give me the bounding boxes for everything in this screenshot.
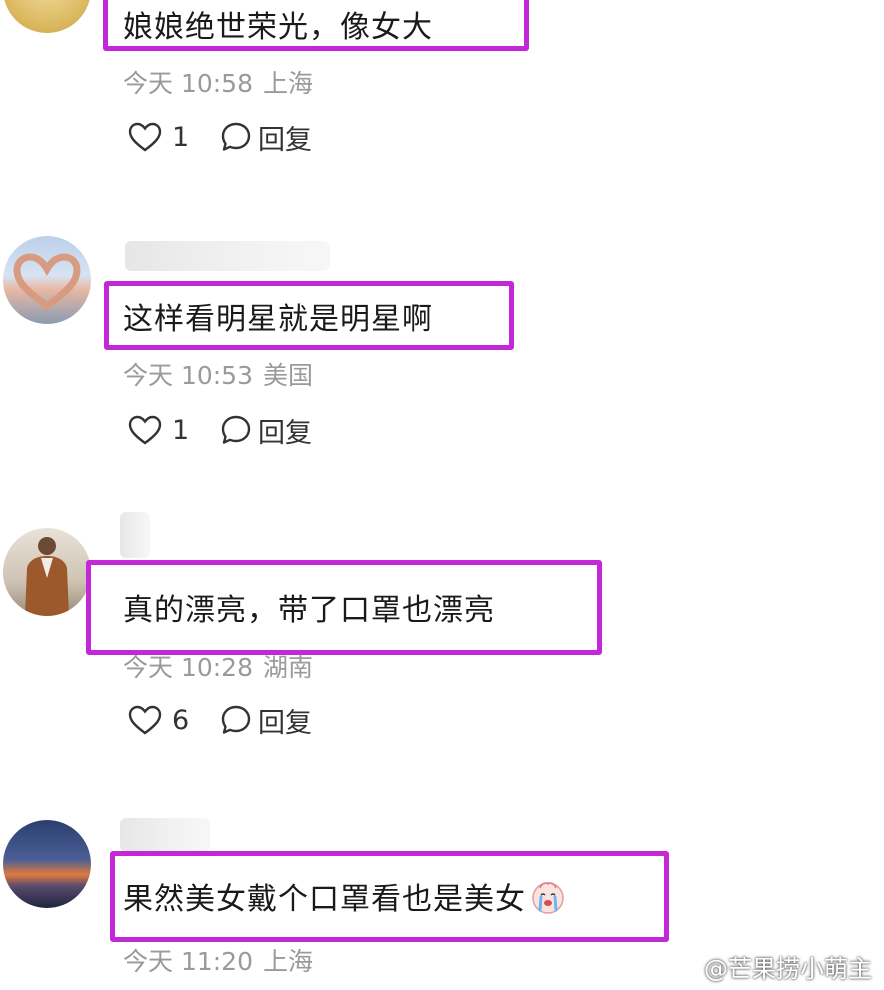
watermark: @芒果捞小萌主 [670,949,872,984]
comment-location: 上海 [263,69,314,98]
comment-actions: 1 回复 [128,117,312,157]
comment-time: 今天 10:58 [123,69,253,98]
comment-bubble-icon [221,705,251,734]
like-count: 1 [172,414,190,446]
reply-label: 回复 [258,707,312,739]
username-blurred [125,241,330,271]
avatar[interactable] [3,528,91,616]
comment-bubble-icon [221,415,251,444]
reply-label: 回复 [258,417,312,449]
username-blurred [120,818,210,852]
heart-icon [128,705,162,735]
like-button[interactable]: 6 [128,705,212,736]
like-count: 6 [172,704,190,736]
avatar[interactable] [3,236,91,324]
like-button[interactable]: 1 [128,122,212,153]
heart-icon [128,415,162,445]
crying-face-emoji [530,879,566,923]
like-count: 1 [172,121,190,153]
reply-button[interactable]: 回复 [220,118,312,157]
reply-button[interactable]: 回复 [220,701,312,740]
comment-text: 果然美女戴个口罩看也是美女 [123,874,566,923]
comment-meta: 今天 10:58 上海 [123,64,323,100]
weibo-logo-icon [671,956,699,979]
comment-meta: 今天 11:20 上海 [123,942,323,978]
username-blurred [120,512,150,558]
comment-meta: 今天 10:53 美国 [123,356,323,392]
reply-label: 回复 [258,124,312,156]
comment-meta: 今天 10:28 湖南 [123,648,323,684]
comment-bubble-icon [221,122,251,151]
avatar[interactable] [3,0,91,33]
person-photo-icon [25,537,69,616]
avatar[interactable] [3,820,91,908]
comment-actions: 1 回复 [128,410,312,450]
reply-button[interactable]: 回复 [220,411,312,450]
comment-text: 真的漂亮，带了口罩也漂亮 [123,593,495,628]
comment-text: 娘娘绝世荣光，像女大 [123,10,433,45]
comment-location: 上海 [263,947,314,976]
watermark-text: @芒果捞小萌主 [704,955,872,983]
comment-location: 美国 [263,361,314,390]
comment-time: 今天 11:20 [123,947,253,976]
heart-icon [128,122,162,152]
comment-time: 今天 10:28 [123,653,253,682]
comment-text: 这样看明星就是明星啊 [123,302,433,337]
comment-location: 湖南 [263,653,314,682]
comment-time: 今天 10:53 [123,361,253,390]
comment-text-content: 果然美女戴个口罩看也是美女 [123,882,526,917]
like-button[interactable]: 1 [128,415,212,446]
comment-actions: 6 回复 [128,700,312,740]
heart-hands-icon [13,253,81,311]
